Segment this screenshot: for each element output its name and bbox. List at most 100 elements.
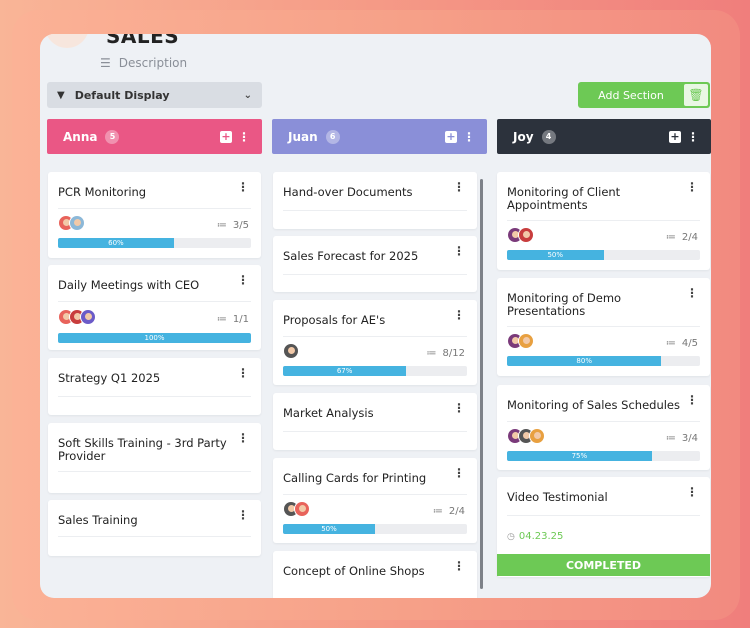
divider <box>58 471 251 472</box>
column-scrollbar[interactable] <box>480 179 483 589</box>
add-card-icon[interactable]: + <box>445 130 457 143</box>
card-title: Daily Meetings with CEO <box>58 278 200 292</box>
divider <box>58 301 251 302</box>
task-card[interactable]: Strategy Q1 2025 ⋮ <box>48 358 261 415</box>
avatar <box>518 227 534 243</box>
app-window: SALES ☰ Description ▼ Default Display ⌄ … <box>40 34 711 598</box>
task-card[interactable]: Market Analysis ⋮ <box>273 393 477 450</box>
divider <box>58 536 251 537</box>
subtask-count: ≔ 2/4 <box>433 506 465 517</box>
avatar <box>80 309 96 325</box>
display-filter-dropdown[interactable]: ▼ Default Display ⌄ <box>47 82 262 108</box>
chevron-down-icon: ⌄ <box>243 89 252 101</box>
subtask-count-text: 2/4 <box>681 232 698 243</box>
add-card-icon[interactable]: + <box>220 130 232 143</box>
card-title: PCR Monitoring <box>58 185 147 199</box>
subtask-count: ≔ 3/4 <box>666 433 698 444</box>
task-card[interactable]: Monitoring of Sales Schedules ⋮ ≔ 3/4 75% <box>497 385 710 470</box>
card-title: Video Testimonial <box>507 490 608 504</box>
subtask-count: ≔ 2/4 <box>666 232 698 243</box>
subtask-count-text: 2/4 <box>448 506 465 517</box>
column-header-anna[interactable]: Anna 5 + ⋮ <box>47 119 262 154</box>
card-title: Concept of Online Shops <box>283 564 425 578</box>
filter-icon: ▼ <box>57 89 65 101</box>
divider <box>283 431 467 432</box>
subtask-count: ≔ 1/1 <box>217 314 249 325</box>
checklist-icon: ≔ <box>665 433 676 444</box>
progress-fill: 67% <box>283 366 407 376</box>
task-card[interactable]: Sales Forecast for 2025 ⋮ <box>273 236 477 292</box>
avatar <box>283 343 299 359</box>
completed-status-bar: COMPLETED <box>497 554 710 576</box>
due-date: ◷ 04.23.25 <box>507 531 563 542</box>
task-card[interactable]: PCR Monitoring ⋮ ≔ 3/5 60% <box>48 172 261 258</box>
progress-fill: 75% <box>507 451 652 461</box>
card-menu-icon[interactable]: ⋮ <box>453 559 465 573</box>
card-menu-icon[interactable]: ⋮ <box>237 431 249 445</box>
task-card[interactable]: Monitoring of Client Appointments ⋮ ≔ 2/4… <box>497 172 710 270</box>
subtask-count-text: 3/5 <box>232 220 249 231</box>
column-name: Juan <box>288 129 318 144</box>
card-menu-icon[interactable]: ⋮ <box>686 286 698 300</box>
subtask-count-text: 8/12 <box>442 348 465 359</box>
card-menu-icon[interactable]: ⋮ <box>686 485 698 499</box>
description-row[interactable]: ☰ Description <box>100 56 187 70</box>
progress-fill: 50% <box>283 524 375 534</box>
column-header-juan[interactable]: Juan 6 + ⋮ <box>272 119 487 154</box>
card-menu-icon[interactable]: ⋮ <box>237 366 249 380</box>
progress-fill: 100% <box>58 333 251 343</box>
description-label: Description <box>118 56 188 70</box>
task-card[interactable]: Sales Training ⋮ <box>48 500 261 556</box>
avatar <box>518 333 534 349</box>
subtask-count: ≔ 8/12 <box>427 348 465 359</box>
subtask-count: ≔ 3/5 <box>217 220 249 231</box>
add-card-icon[interactable]: + <box>669 130 681 143</box>
column-menu-icon[interactable]: ⋮ <box>463 130 475 144</box>
task-card[interactable]: Calling Cards for Printing ⋮ ≔ 2/4 50% <box>273 458 477 543</box>
logo-icon <box>45 34 89 48</box>
card-title: Monitoring of Sales Schedules <box>507 398 680 412</box>
checklist-icon: ≔ <box>216 314 227 325</box>
card-menu-icon[interactable]: ⋮ <box>237 273 249 287</box>
card-title: Strategy Q1 2025 <box>58 371 161 385</box>
task-card[interactable]: Hand-over Documents ⋮ <box>273 172 477 229</box>
card-menu-icon[interactable]: ⋮ <box>453 244 465 258</box>
column-count-badge: 6 <box>325 129 340 144</box>
progress-bar: 67% <box>283 366 467 376</box>
card-menu-icon[interactable]: ⋮ <box>453 308 465 322</box>
checklist-icon: ≔ <box>432 506 443 517</box>
progress-bar: 100% <box>58 333 251 343</box>
subtask-count-text: 1/1 <box>232 314 249 325</box>
divider <box>507 421 700 422</box>
progress-fill: 60% <box>58 238 174 248</box>
card-menu-icon[interactable]: ⋮ <box>453 401 465 415</box>
card-title: Calling Cards for Printing <box>283 471 427 485</box>
card-menu-icon[interactable]: ⋮ <box>453 180 465 194</box>
card-menu-icon[interactable]: ⋮ <box>686 393 698 407</box>
assignee-avatars <box>283 343 299 359</box>
card-menu-icon[interactable]: ⋮ <box>237 180 249 194</box>
add-section-button[interactable]: Add Section 🗑 <box>578 82 710 108</box>
progress-bar: 75% <box>507 451 700 461</box>
divider <box>283 274 467 275</box>
card-menu-icon[interactable]: ⋮ <box>686 180 698 194</box>
card-menu-icon[interactable]: ⋮ <box>453 466 465 480</box>
subtask-count-text: 4/5 <box>681 338 698 349</box>
card-menu-icon[interactable]: ⋮ <box>237 508 249 522</box>
card-title: Hand-over Documents <box>283 185 413 199</box>
checklist-icon: ≔ <box>665 232 676 243</box>
clock-icon: ◷ <box>507 531 515 542</box>
column-menu-icon[interactable]: ⋮ <box>238 130 250 144</box>
add-section-label: Add Section <box>598 88 664 102</box>
column-header-joy[interactable]: Joy 4 + ⋮ <box>497 119 711 154</box>
task-card[interactable]: Daily Meetings with CEO ⋮ ≔ 1/1 100% <box>48 265 261 350</box>
task-card[interactable]: Concept of Online Shops ⋮ <box>273 551 477 598</box>
divider <box>283 210 467 211</box>
task-card[interactable]: Proposals for AE's ⋮ ≔ 8/12 67% <box>273 300 477 385</box>
column-menu-icon[interactable]: ⋮ <box>687 130 699 144</box>
task-card[interactable]: Monitoring of Demo Presentations ⋮ ≔ 4/5 … <box>497 278 710 376</box>
page-title: SALES <box>106 34 180 48</box>
task-card[interactable]: Soft Skills Training - 3rd Party Provide… <box>48 423 261 493</box>
card-title: Proposals for AE's <box>283 313 386 327</box>
trash-icon[interactable]: 🗑 <box>684 84 708 106</box>
